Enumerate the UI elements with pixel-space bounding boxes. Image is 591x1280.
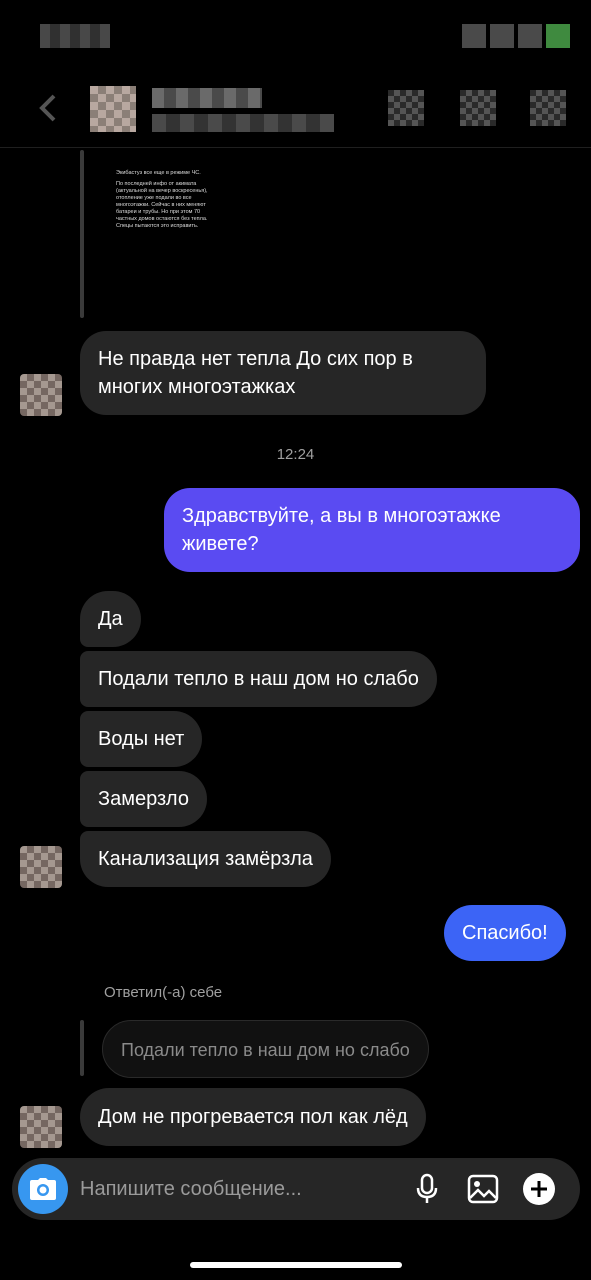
camera-button[interactable] <box>18 1164 68 1214</box>
shared-post-thumbnail[interactable]: Экибастуз все еще в режиме ЧС. По послед… <box>104 150 224 310</box>
message-bubble-incoming[interactable]: Подали тепло в наш дом но слабо <box>80 651 437 707</box>
time-separator: 12:24 <box>276 446 315 463</box>
reply-label: Ответил(-а) себе <box>104 984 223 1001</box>
reply-bar <box>80 1020 84 1076</box>
message-bubble-outgoing[interactable]: Спасибо! <box>444 905 566 961</box>
reply-quote[interactable]: Подали тепло в наш дом но слабо <box>102 1020 429 1078</box>
status-time <box>40 24 110 48</box>
status-icons <box>462 24 570 48</box>
message-bubble-incoming[interactable]: Воды нет <box>80 711 203 767</box>
sender-avatar[interactable] <box>20 846 62 888</box>
back-icon[interactable] <box>34 90 64 126</box>
video-call-icon[interactable] <box>460 90 496 126</box>
info-icon[interactable] <box>530 90 566 126</box>
post-watermark <box>184 156 214 286</box>
sender-avatar[interactable] <box>20 374 62 416</box>
message-bubble-incoming[interactable]: Дом не прогревается пол как лёд <box>80 1088 426 1146</box>
message-input[interactable] <box>80 1174 380 1204</box>
message-composer <box>12 1158 580 1220</box>
shared-post-bar <box>80 150 84 318</box>
home-indicator <box>190 1262 402 1268</box>
camera-icon <box>30 1178 56 1200</box>
contact-avatar[interactable] <box>90 86 136 132</box>
call-icon[interactable] <box>388 90 424 126</box>
contact-name[interactable] <box>152 88 262 108</box>
message-bubble-outgoing[interactable]: Здравствуйте, а вы в многоэтажке живете? <box>164 488 580 572</box>
message-bubble-incoming[interactable]: Канализация замёрзла <box>80 831 331 887</box>
sender-avatar[interactable] <box>20 1106 62 1148</box>
add-icon[interactable] <box>520 1170 558 1208</box>
contact-username <box>152 114 334 132</box>
chat-header <box>0 72 591 148</box>
gallery-icon[interactable] <box>464 1170 502 1208</box>
microphone-icon[interactable] <box>408 1170 446 1208</box>
message-bubble-incoming[interactable]: Замерзло <box>80 771 207 827</box>
message-bubble-incoming[interactable]: Да <box>80 591 141 647</box>
message-bubble-incoming[interactable]: Не правда нет тепла До сих пор в многих … <box>80 331 486 415</box>
